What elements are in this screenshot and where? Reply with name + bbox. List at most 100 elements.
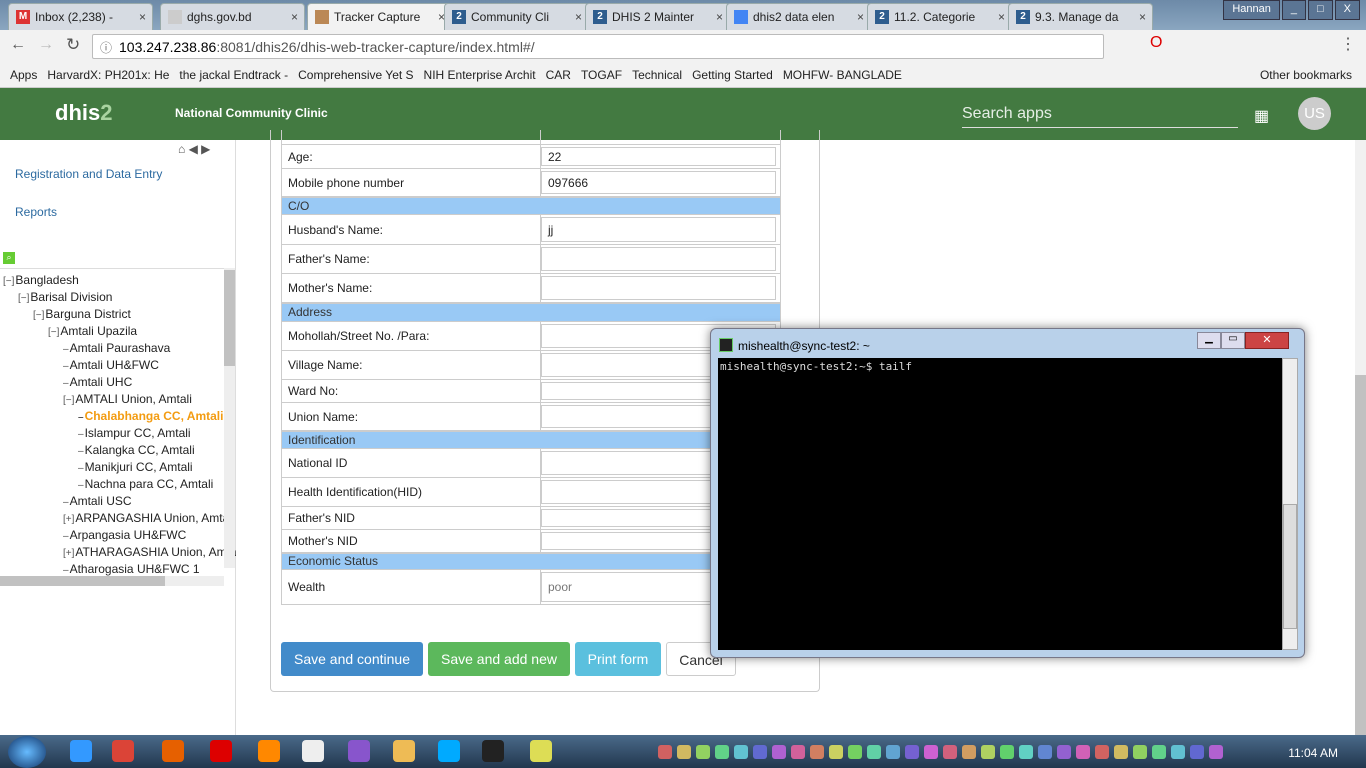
terminal-scrollbar[interactable] bbox=[1282, 358, 1298, 650]
tree-node[interactable]: [−]Amtali Upazila bbox=[48, 324, 137, 338]
tree-line-icon[interactable]: – bbox=[78, 429, 84, 440]
home-icon[interactable]: ⌂ ◀ ▶ bbox=[178, 142, 210, 156]
collapse-icon[interactable]: [−] bbox=[3, 276, 14, 287]
dhis2-logo[interactable]: dhis2 bbox=[55, 100, 112, 126]
tray-icon[interactable] bbox=[962, 745, 976, 759]
field-input[interactable]: 22 bbox=[541, 147, 776, 166]
browser-tab[interactable]: Tracker Capture × bbox=[307, 3, 452, 30]
terminal-output[interactable]: mishealth@sync-test2:~$ tailf bbox=[718, 358, 1282, 650]
collapse-icon[interactable]: [−] bbox=[63, 395, 74, 406]
taskbar-media-player-icon[interactable] bbox=[258, 740, 280, 762]
tree-node[interactable]: –Chalabhanga CC, Amtali bbox=[78, 409, 223, 423]
tray-icon[interactable] bbox=[1209, 745, 1223, 759]
tab-close-icon[interactable]: × bbox=[857, 10, 864, 24]
start-button[interactable] bbox=[8, 736, 46, 768]
expand-icon[interactable]: [+] bbox=[63, 514, 74, 525]
field-input[interactable]: jj bbox=[541, 217, 776, 242]
tray-icon[interactable] bbox=[734, 745, 748, 759]
tray-icon[interactable] bbox=[1171, 745, 1185, 759]
browser-tab[interactable]: 2 DHIS 2 Mainter × bbox=[585, 3, 730, 30]
taskbar-ie-icon[interactable] bbox=[70, 740, 92, 762]
search-apps-input[interactable]: Search apps bbox=[962, 102, 1238, 128]
tray-icon[interactable] bbox=[943, 745, 957, 759]
maximize-button[interactable]: □ bbox=[1308, 0, 1333, 20]
browser-tab[interactable]: dghs.gov.bd × bbox=[160, 3, 305, 30]
browser-tab[interactable]: dhis2 data elen × bbox=[726, 3, 871, 30]
bookmark-item[interactable]: Technical bbox=[632, 68, 682, 82]
link-registration[interactable]: Registration and Data Entry bbox=[15, 167, 162, 181]
tab-close-icon[interactable]: × bbox=[291, 10, 298, 24]
tab-close-icon[interactable]: × bbox=[575, 10, 582, 24]
tree-node[interactable]: –Kalangka CC, Amtali bbox=[78, 443, 195, 457]
tray-icon[interactable] bbox=[886, 745, 900, 759]
apps-grid-icon[interactable]: ▦ bbox=[1254, 106, 1269, 126]
link-reports[interactable]: Reports bbox=[15, 205, 57, 219]
tree-horizontal-scrollbar[interactable] bbox=[0, 576, 224, 586]
taskbar-firefox-icon[interactable] bbox=[162, 740, 184, 762]
tab-close-icon[interactable]: × bbox=[1139, 10, 1146, 24]
tab-close-icon[interactable]: × bbox=[998, 10, 1005, 24]
taskbar-notepad-icon[interactable] bbox=[530, 740, 552, 762]
tree-line-icon[interactable]: – bbox=[63, 344, 69, 355]
tree-line-icon[interactable]: – bbox=[78, 463, 84, 474]
bookmark-item[interactable]: NIH Enterprise Archit bbox=[424, 68, 536, 82]
tree-node[interactable]: [+]ARPANGASHIA Union, Amtali bbox=[63, 511, 235, 525]
back-icon[interactable]: ← bbox=[10, 36, 26, 54]
field-input[interactable] bbox=[541, 247, 776, 271]
field-input[interactable]: 097666 bbox=[541, 171, 776, 194]
save-and-add-new-button[interactable]: Save and add new bbox=[428, 642, 570, 676]
bookmark-item[interactable]: MOHFW- BANGLADE bbox=[783, 68, 902, 82]
bookmark-item[interactable]: CAR bbox=[546, 68, 571, 82]
taskbar-opera-icon[interactable] bbox=[210, 740, 232, 762]
tree-node[interactable]: –Nachna para CC, Amtali bbox=[78, 477, 213, 491]
forward-icon[interactable]: → bbox=[38, 36, 54, 54]
tray-icon[interactable] bbox=[867, 745, 881, 759]
terminal-minimize-button[interactable]: ▁ bbox=[1197, 332, 1221, 349]
tree-line-icon[interactable]: – bbox=[63, 378, 69, 389]
tree-node[interactable]: –Amtali USC bbox=[63, 494, 132, 508]
tray-icon[interactable] bbox=[715, 745, 729, 759]
tree-node[interactable]: [+]ATHARAGASHIA Union, Amtali bbox=[63, 545, 236, 559]
tray-icon[interactable] bbox=[696, 745, 710, 759]
browser-tab[interactable]: 2 Community Cli × bbox=[444, 3, 589, 30]
tree-node[interactable]: [−]Barguna District bbox=[33, 307, 131, 321]
tree-node[interactable]: –Amtali UH&FWC bbox=[63, 358, 159, 372]
tray-icon[interactable] bbox=[1133, 745, 1147, 759]
taskbar-explorer-icon[interactable] bbox=[393, 740, 415, 762]
tray-icon[interactable] bbox=[1152, 745, 1166, 759]
search-tree-icon[interactable]: ⌕ bbox=[3, 252, 15, 264]
tree-node[interactable]: [−]AMTALI Union, Amtali bbox=[63, 392, 192, 406]
opera-icon[interactable]: O bbox=[1150, 34, 1162, 52]
taskbar-terminal-icon[interactable] bbox=[482, 740, 504, 762]
bookmark-item[interactable]: Other bookmarks bbox=[1260, 68, 1352, 82]
reload-icon[interactable]: ↻ bbox=[66, 35, 80, 55]
address-bar[interactable]: ⓘ 103.247.238.86:8081/dhis26/dhis-web-tr… bbox=[92, 34, 1104, 59]
tree-line-icon[interactable]: – bbox=[78, 480, 84, 491]
bookmark-item[interactable]: the jackal Endtrack - bbox=[179, 68, 288, 82]
tree-line-icon[interactable]: – bbox=[63, 565, 69, 576]
tray-icon[interactable] bbox=[753, 745, 767, 759]
tree-node[interactable]: –Arpangasia UH&FWC bbox=[63, 528, 186, 542]
terminal-close-button[interactable]: ✕ bbox=[1245, 332, 1289, 349]
tray-icon[interactable] bbox=[791, 745, 805, 759]
taskbar-app-icon[interactable] bbox=[302, 740, 324, 762]
tree-line-icon[interactable]: – bbox=[78, 446, 84, 457]
collapse-icon[interactable]: [−] bbox=[33, 310, 44, 321]
tray-icon[interactable] bbox=[810, 745, 824, 759]
bookmark-item[interactable]: HarvardX: PH201x: He bbox=[47, 68, 169, 82]
tree-node[interactable]: [−]Barisal Division bbox=[18, 290, 112, 304]
tree-node[interactable]: –Amtali Paurashava bbox=[63, 341, 170, 355]
browser-tab[interactable]: 2 11.2. Categorie × bbox=[867, 3, 1012, 30]
browser-tab[interactable]: M Inbox (2,238) - × bbox=[8, 3, 153, 30]
tray-icon[interactable] bbox=[1057, 745, 1071, 759]
browser-tab[interactable]: 2 9.3. Manage da × bbox=[1008, 3, 1153, 30]
tab-close-icon[interactable]: × bbox=[139, 10, 146, 24]
tray-icon[interactable] bbox=[924, 745, 938, 759]
bookmark-item[interactable]: TOGAF bbox=[581, 68, 622, 82]
tray-icon[interactable] bbox=[1038, 745, 1052, 759]
tab-close-icon[interactable]: × bbox=[716, 10, 723, 24]
tree-line-icon[interactable]: – bbox=[63, 531, 69, 542]
tree-node[interactable]: –Atharogasia UH&FWC 1 bbox=[63, 562, 200, 576]
tray-icon[interactable] bbox=[1095, 745, 1109, 759]
tree-line-icon[interactable]: – bbox=[63, 361, 69, 372]
